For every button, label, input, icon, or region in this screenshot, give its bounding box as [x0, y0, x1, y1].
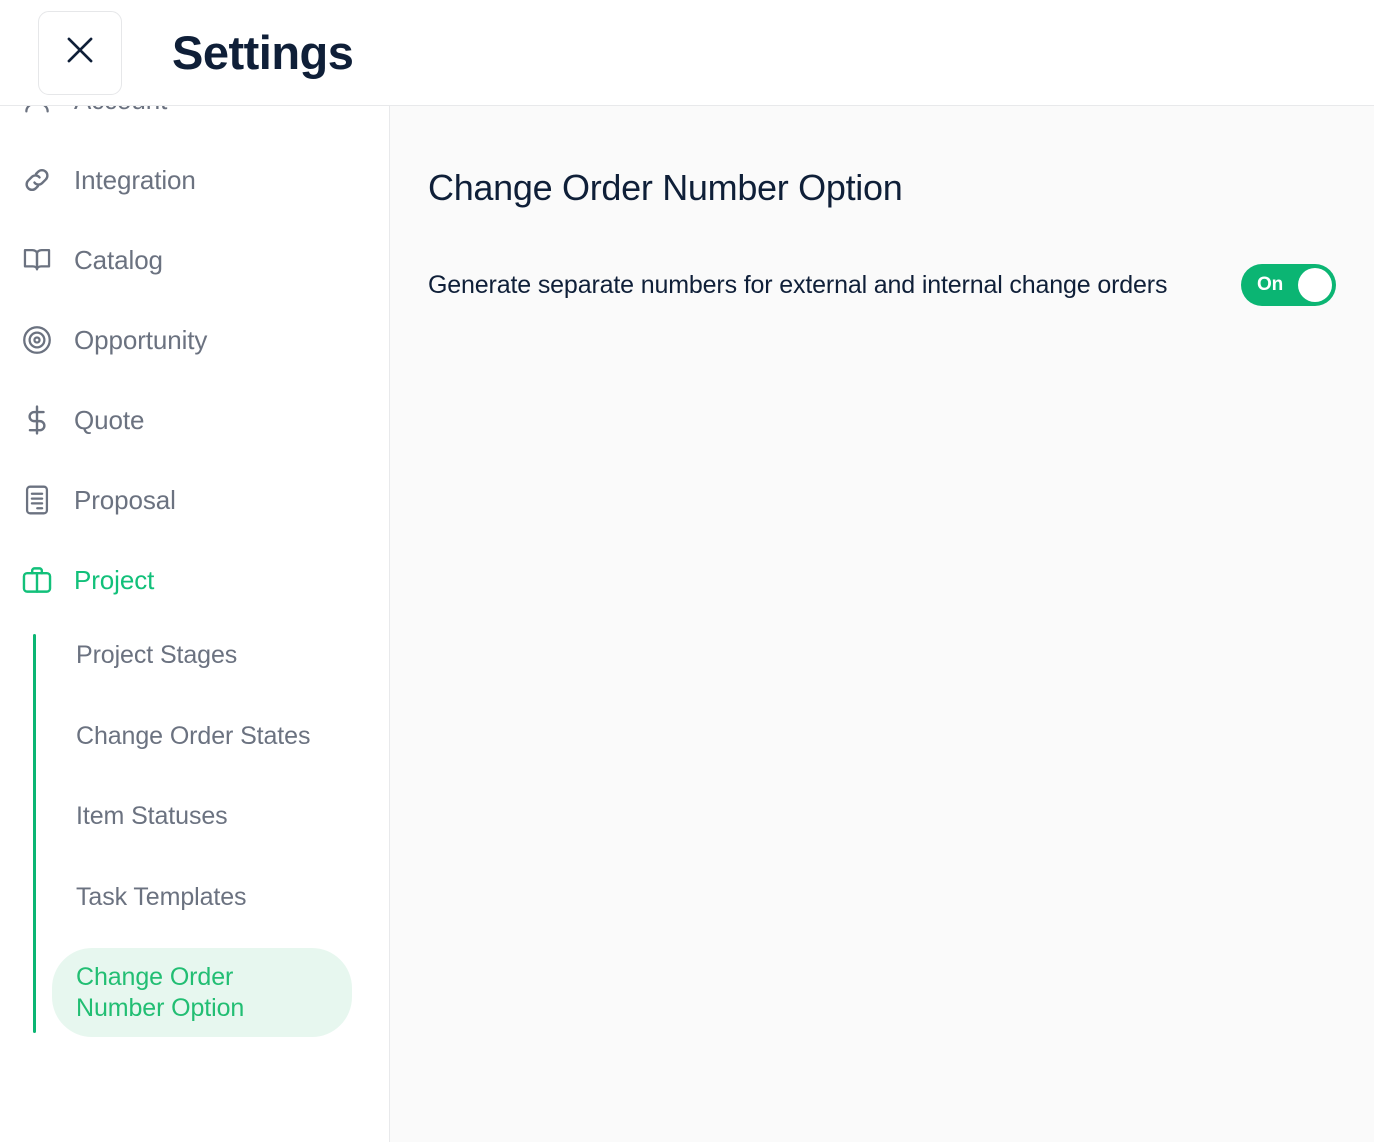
sidebar-item-label: Catalog — [74, 244, 163, 275]
sidebar-item-integration[interactable]: Integration — [0, 140, 389, 220]
sidebar-submenu-project: Project Stages Change Order States Item … — [0, 626, 389, 1037]
sidebar-subitem-change-order-number-option[interactable]: Change Order Number Option — [52, 948, 352, 1037]
sidebar-item-proposal[interactable]: Proposal — [0, 460, 389, 540]
modal-header: Settings — [0, 0, 1374, 106]
sidebar-item-label: Proposal — [74, 484, 176, 515]
dollar-icon — [18, 401, 56, 439]
document-icon — [18, 481, 56, 519]
sidebar-scroll-area: Account Integration — [0, 106, 389, 1077]
sidebar-item-project[interactable]: Project — [0, 540, 389, 620]
sidebar-item-opportunity[interactable]: Opportunity — [0, 300, 389, 380]
setting-label: Generate separate numbers for external a… — [428, 270, 1168, 299]
sidebar-item-catalog[interactable]: Catalog — [0, 220, 389, 300]
toggle-state-label: On — [1257, 273, 1284, 295]
sidebar-item-quote[interactable]: Quote — [0, 380, 389, 460]
sidebar-subitem-item-statuses[interactable]: Item Statuses — [52, 787, 352, 846]
settings-sidebar[interactable]: Account Integration — [0, 106, 390, 1142]
user-icon — [18, 106, 56, 119]
sidebar-subitem-label: Item Statuses — [76, 802, 228, 830]
separate-numbers-toggle[interactable]: On — [1241, 263, 1336, 306]
page-title: Settings — [172, 26, 354, 79]
sidebar-item-account[interactable]: Account — [0, 106, 389, 140]
sidebar-subitem-label: Change Order States — [76, 721, 311, 750]
sidebar-subitem-label: Task Templates — [76, 882, 247, 911]
sidebar-item-label: Quote — [74, 404, 145, 435]
target-icon — [18, 321, 56, 359]
sidebar-item-label: Account — [74, 106, 167, 114]
content-title: Change Order Number Option — [428, 167, 903, 208]
sidebar-subitem-label: Change Order Number Option — [76, 963, 245, 1022]
sidebar-item-label: Opportunity — [74, 324, 208, 355]
sidebar-subitem-task-templates[interactable]: Task Templates — [52, 868, 352, 927]
toggle-knob — [1298, 267, 1332, 302]
link-icon — [18, 161, 56, 199]
sidebar-item-label: Project — [74, 564, 155, 595]
sidebar-subitem-label: Project Stages — [76, 641, 238, 669]
close-icon — [61, 31, 99, 74]
modal-body: Account Integration — [0, 106, 1374, 1142]
settings-content-panel: Change Order Number Option Generate sepa… — [390, 106, 1374, 1142]
sidebar-subitem-change-order-states[interactable]: Change Order States — [52, 707, 352, 766]
briefcase-icon — [18, 561, 56, 599]
close-button[interactable] — [38, 10, 122, 95]
submenu-active-rail — [33, 634, 36, 1033]
book-icon — [18, 241, 56, 279]
sidebar-subitem-project-stages[interactable]: Project Stages — [52, 626, 352, 685]
sidebar-item-label: Integration — [74, 164, 196, 195]
setting-row-separate-numbers: Generate separate numbers for external a… — [428, 263, 1336, 306]
settings-modal: Settings Account — [0, 0, 1374, 1142]
